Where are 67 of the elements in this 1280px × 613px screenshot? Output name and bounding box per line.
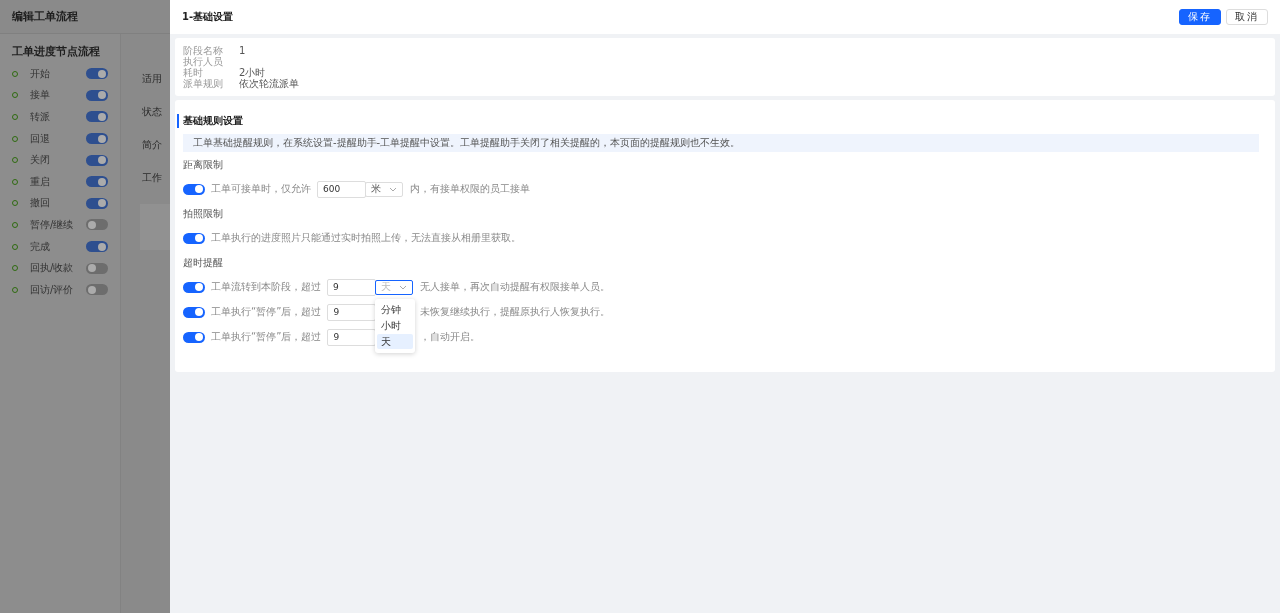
chevron-icon: [389, 186, 397, 192]
step-label: 回退: [30, 131, 51, 146]
cancel-button[interactable]: 取消: [1226, 9, 1268, 25]
number-field[interactable]: 9: [327, 303, 377, 321]
step-label: 撤回: [30, 196, 51, 211]
dropdown-option[interactable]: 分钟: [377, 301, 413, 317]
step-label: 开始: [30, 66, 51, 81]
toggle-switch[interactable]: [86, 68, 108, 80]
rule-text: 工单执行“暂停”后，超过: [211, 305, 322, 319]
section-title: 基础规则设置: [177, 114, 1275, 128]
toggle-switch[interactable]: [86, 89, 108, 101]
group-title: 距离限制: [183, 158, 224, 172]
number-field[interactable]: 9: [327, 328, 377, 346]
rule-text: 工单可接单时，仅允许: [211, 182, 311, 196]
form-label: 工作: [142, 171, 163, 185]
step-label: 转派: [30, 110, 51, 124]
toggle-switch[interactable]: [86, 284, 108, 296]
group-title: 拍照限制: [183, 207, 224, 221]
step-label: 关闭: [30, 153, 51, 168]
rule-text: 内，有接单权限的员工接单: [410, 182, 530, 196]
dropdown-option[interactable]: 小时: [377, 317, 413, 333]
rule-text: 工单流转到本阶段，超过: [211, 280, 321, 294]
step-label: 暂停/继续: [30, 217, 75, 232]
toggle-switch[interactable]: [86, 111, 108, 123]
info-label: 派单规则: [183, 77, 224, 91]
toggle-switch[interactable]: [86, 197, 108, 209]
toggle-switch[interactable]: [86, 219, 108, 231]
chevron-icon: [399, 284, 407, 290]
number-field[interactable]: 9: [327, 278, 376, 296]
toggle-switch[interactable]: [183, 306, 205, 318]
drawer-title: 1-基础设置: [182, 10, 234, 24]
toggle-switch[interactable]: [86, 154, 108, 166]
rule-text: 无人接单，再次自动提醒有权限接单人员。: [420, 280, 610, 294]
save-button[interactable]: 保存: [1179, 9, 1221, 25]
number-field[interactable]: 600: [317, 180, 366, 198]
toggle-switch[interactable]: [86, 262, 108, 274]
info-label: 阶段名称: [183, 43, 224, 56]
info-value: 2小时: [239, 65, 266, 78]
toggle-switch[interactable]: [183, 281, 205, 293]
step-label: 回执/收款: [30, 261, 75, 276]
form-label: 简介: [142, 138, 163, 152]
toggle-switch[interactable]: [86, 241, 108, 253]
info-value: 依次轮流派单: [239, 77, 299, 91]
step-label: 完成: [30, 239, 51, 254]
notice-text: 工单基础提醒规则，在系统设置-提醒助手-工单提醒中设置。工单提醒助手关闭了相关提醒的，本页面的提醒规则也不生效。: [183, 134, 1259, 152]
toggle-switch[interactable]: [183, 331, 205, 343]
form-label: 状态: [142, 105, 163, 119]
info-label: 执行人员: [183, 55, 224, 67]
section-title: 工单进度节点流程: [12, 44, 101, 59]
rule-text: 未恢复继续执行，提醒原执行人恢复执行。: [420, 305, 611, 319]
step-label: 重启: [30, 174, 51, 189]
step-label: 回访/评价: [30, 282, 75, 297]
dropdown-option[interactable]: 天: [377, 333, 413, 349]
unit-select[interactable]: 米: [365, 181, 403, 197]
toggle-switch[interactable]: [183, 183, 205, 195]
info-label: 耗时: [183, 66, 204, 78]
rule-text: 工单执行“暂停”后，超过: [211, 330, 322, 344]
rule-text: ，自动开启。: [420, 330, 481, 344]
info-value: 1: [239, 45, 246, 56]
page-title: 编辑工单流程: [12, 9, 78, 24]
toggle-switch[interactable]: [86, 176, 108, 188]
form-label: 适用: [142, 72, 163, 86]
group-title: 超时提醒: [183, 256, 224, 270]
step-label: 接单: [30, 88, 51, 103]
rule-text: 工单执行的进度照片只能通过实时拍照上传，无法直接从相册里获取。: [211, 231, 521, 245]
toggle-switch[interactable]: [86, 133, 108, 145]
toggle-switch[interactable]: [183, 232, 205, 244]
